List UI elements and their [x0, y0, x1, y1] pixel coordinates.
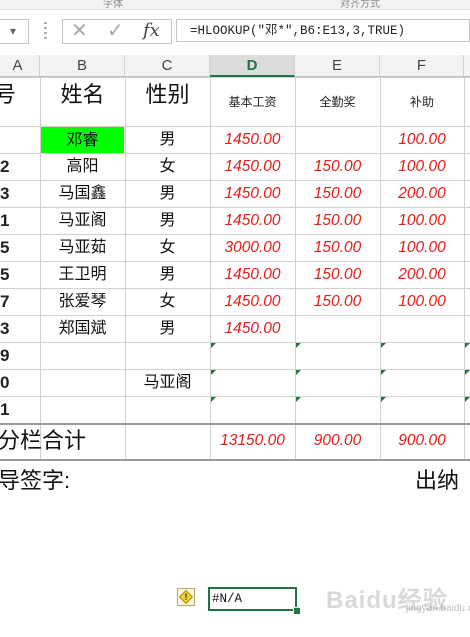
row-number-cell[interactable]: 5: [0, 261, 40, 288]
error-indicator-icon[interactable]: [296, 370, 301, 375]
row-number-cell[interactable]: 3: [0, 315, 40, 342]
gender-cell[interactable]: 男: [125, 207, 210, 234]
subsidy-cell[interactable]: 200.00: [380, 180, 464, 207]
attendance-bonus-cell[interactable]: 150.00: [295, 180, 380, 207]
name-cell[interactable]: 邓睿: [41, 127, 124, 153]
error-indicator-icon[interactable]: [211, 370, 216, 375]
header-cell-base-salary[interactable]: 基本工资: [210, 84, 295, 120]
subsidy-cell[interactable]: [380, 396, 464, 423]
signature-label[interactable]: 导签字:: [0, 462, 200, 500]
worksheet-grid[interactable]: 号姓名 性别 基本工资 全勤奖 补助 邓睿男 1450.00 100.00 2 高阳女 1450.0…: [0, 0, 470, 637]
error-indicator-icon[interactable]: [381, 370, 386, 375]
name-cell[interactable]: [40, 396, 125, 423]
base-salary-cell[interactable]: 1450.00: [210, 261, 295, 288]
fill-handle[interactable]: [293, 607, 301, 615]
name-cell[interactable]: 高阳: [40, 153, 125, 180]
subsidy-cell[interactable]: 100.00: [380, 126, 464, 153]
row-number-cell[interactable]: [0, 126, 40, 153]
total-base-salary[interactable]: 13150.00: [210, 423, 295, 459]
error-indicator-icon[interactable]: [465, 397, 470, 402]
attendance-bonus-cell[interactable]: 150.00: [295, 261, 380, 288]
header-cell-attendance-bonus[interactable]: 全勤奖: [295, 84, 380, 120]
subsidy-cell[interactable]: [380, 342, 464, 369]
subsidy-cell[interactable]: 100.00: [380, 234, 464, 261]
gender-cell[interactable]: 女: [125, 234, 210, 261]
name-cell[interactable]: 郑国斌: [40, 315, 125, 342]
gender-cell[interactable]: [125, 342, 210, 369]
base-salary-cell[interactable]: [210, 396, 295, 423]
name-cell[interactable]: 马亚茹: [40, 234, 125, 261]
gender-cell[interactable]: [125, 396, 210, 423]
selected-cell[interactable]: #N/A: [208, 587, 297, 611]
row-number-cell[interactable]: 2: [0, 153, 40, 180]
row-number-cell[interactable]: 7: [0, 288, 40, 315]
row-number-cell[interactable]: 3: [0, 180, 40, 207]
error-indicator-icon[interactable]: [381, 397, 386, 402]
name-cell[interactable]: [40, 342, 125, 369]
attendance-bonus-cell[interactable]: 150.00: [295, 207, 380, 234]
gender-cell[interactable]: 男: [125, 315, 210, 342]
name-cell[interactable]: 马亚阁: [40, 207, 125, 234]
totals-label[interactable]: 分栏合计: [0, 423, 125, 459]
grid-line-horizontal: [0, 459, 470, 461]
attendance-bonus-cell[interactable]: 150.00: [295, 234, 380, 261]
attendance-bonus-cell[interactable]: [295, 315, 380, 342]
error-indicator-icon[interactable]: [465, 343, 470, 348]
row-number-cell[interactable]: 9: [0, 342, 40, 369]
gender-cell[interactable]: 男: [125, 261, 210, 288]
cashier-label[interactable]: 出纳: [415, 462, 470, 500]
subsidy-cell[interactable]: 100.00: [380, 288, 464, 315]
attendance-bonus-cell[interactable]: [295, 369, 380, 396]
header-cell-name[interactable]: 姓名: [40, 77, 125, 112]
error-indicator-icon[interactable]: [211, 343, 216, 348]
gender-cell[interactable]: 男: [125, 126, 210, 153]
header-cell-gender[interactable]: 性别: [125, 77, 210, 112]
subsidy-cell[interactable]: [380, 369, 464, 396]
error-indicator-icon[interactable]: [296, 397, 301, 402]
error-warning-icon[interactable]: !: [177, 588, 195, 606]
gender-cell[interactable]: 女: [125, 153, 210, 180]
base-salary-cell[interactable]: 1450.00: [210, 207, 295, 234]
gender-cell[interactable]: 女: [125, 288, 210, 315]
subsidy-cell[interactable]: 100.00: [380, 153, 464, 180]
row-number-cell[interactable]: 1: [0, 396, 40, 423]
row-number-cell[interactable]: 5: [0, 234, 40, 261]
gender-cell[interactable]: 马亚阁: [125, 369, 210, 396]
name-cell[interactable]: [40, 369, 125, 396]
watermark-url: jingyan.baidu.com: [406, 603, 470, 614]
base-salary-cell[interactable]: 1450.00: [210, 315, 295, 342]
attendance-bonus-cell[interactable]: 150.00: [295, 153, 380, 180]
error-indicator-icon[interactable]: [296, 343, 301, 348]
base-salary-cell[interactable]: 3000.00: [210, 234, 295, 261]
row-number-cell[interactable]: 1: [0, 207, 40, 234]
subsidy-cell[interactable]: 100.00: [380, 207, 464, 234]
base-salary-cell[interactable]: 1450.00: [210, 126, 295, 153]
error-indicator-icon[interactable]: [211, 397, 216, 402]
name-cell[interactable]: 张爱琴: [40, 288, 125, 315]
base-salary-cell[interactable]: 1450.00: [210, 153, 295, 180]
header-cell-number[interactable]: 号: [0, 77, 40, 112]
error-indicator-icon[interactable]: [465, 370, 470, 375]
total-attendance-bonus[interactable]: 900.00: [295, 423, 380, 459]
row-number-cell[interactable]: 0: [0, 369, 40, 396]
error-indicator-icon[interactable]: [381, 343, 386, 348]
header-cell-subsidy[interactable]: 补助: [380, 84, 464, 120]
attendance-bonus-cell[interactable]: [295, 396, 380, 423]
attendance-bonus-cell[interactable]: [295, 342, 380, 369]
subsidy-cell[interactable]: 200.00: [380, 261, 464, 288]
attendance-bonus-cell[interactable]: 150.00: [295, 288, 380, 315]
attendance-bonus-cell[interactable]: [295, 126, 380, 153]
gender-cell[interactable]: 男: [125, 180, 210, 207]
name-cell[interactable]: 马国鑫: [40, 180, 125, 207]
base-salary-cell[interactable]: 1450.00: [210, 180, 295, 207]
base-salary-cell[interactable]: [210, 342, 295, 369]
total-subsidy[interactable]: 900.00: [380, 423, 464, 459]
subsidy-cell[interactable]: [380, 315, 464, 342]
base-salary-cell[interactable]: [210, 369, 295, 396]
name-cell[interactable]: 王卫明: [40, 261, 125, 288]
base-salary-cell[interactable]: 1450.00: [210, 288, 295, 315]
